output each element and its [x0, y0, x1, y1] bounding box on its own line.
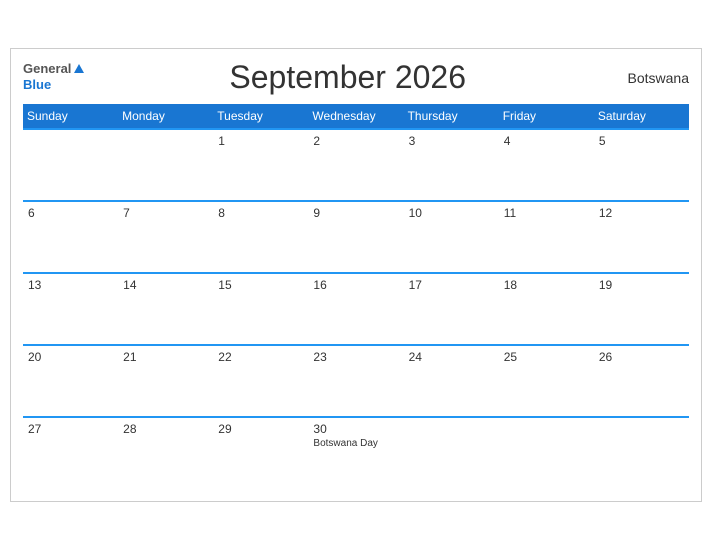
- weekday-thursday: Thursday: [404, 104, 499, 129]
- day-number: 30: [313, 422, 398, 436]
- day-number: 24: [409, 350, 494, 364]
- day-cell-4-3: 30 Botswana Day: [308, 417, 403, 489]
- day-number: 9: [313, 206, 398, 220]
- day-number: 18: [504, 278, 589, 292]
- day-number: 21: [123, 350, 208, 364]
- day-cell-4-1: 28: [118, 417, 213, 489]
- week-row-3: 20 21 22 23 24 25 26: [23, 345, 689, 417]
- day-cell-4-6: [594, 417, 689, 489]
- day-cell-2-2: 15: [213, 273, 308, 345]
- day-cell-0-3: 2: [308, 129, 403, 201]
- day-cell-3-5: 25: [499, 345, 594, 417]
- day-cell-1-6: 12: [594, 201, 689, 273]
- day-cell-1-4: 10: [404, 201, 499, 273]
- day-cell-1-5: 11: [499, 201, 594, 273]
- day-number: 22: [218, 350, 303, 364]
- day-cell-0-5: 4: [499, 129, 594, 201]
- day-cell-0-2: 1: [213, 129, 308, 201]
- weekday-wednesday: Wednesday: [308, 104, 403, 129]
- day-number: 11: [504, 206, 589, 220]
- day-number: 2: [313, 134, 398, 148]
- day-number: 4: [504, 134, 589, 148]
- day-number: 27: [28, 422, 113, 436]
- day-cell-3-2: 22: [213, 345, 308, 417]
- day-cell-1-1: 7: [118, 201, 213, 273]
- day-number: 3: [409, 134, 494, 148]
- week-row-4: 27 28 29 30 Botswana Day: [23, 417, 689, 489]
- day-number: 10: [409, 206, 494, 220]
- day-number: 23: [313, 350, 398, 364]
- day-number: 13: [28, 278, 113, 292]
- week-row-1: 6789 10 11 12: [23, 201, 689, 273]
- day-number: 26: [599, 350, 684, 364]
- day-cell-0-4: 3: [404, 129, 499, 201]
- day-cell-4-0: 27: [23, 417, 118, 489]
- day-number: 1: [218, 134, 303, 148]
- day-number: 19: [599, 278, 684, 292]
- day-cell-3-0: 20: [23, 345, 118, 417]
- week-row-0: 12345: [23, 129, 689, 201]
- calendar-container: General Blue September 2026 Botswana Sun…: [10, 48, 702, 502]
- day-cell-3-6: 26: [594, 345, 689, 417]
- day-number: 16: [313, 278, 398, 292]
- day-cell-0-6: 5: [594, 129, 689, 201]
- day-cell-0-1: [118, 129, 213, 201]
- weekday-monday: Monday: [118, 104, 213, 129]
- day-cell-3-3: 23: [308, 345, 403, 417]
- day-number: 20: [28, 350, 113, 364]
- day-cell-4-5: [499, 417, 594, 489]
- week-row-2: 13 14 15 16 17 18 19: [23, 273, 689, 345]
- day-cell-4-4: [404, 417, 499, 489]
- day-cell-2-0: 13: [23, 273, 118, 345]
- day-number: 5: [599, 134, 684, 148]
- logo-triangle-icon: [74, 64, 84, 73]
- weekday-friday: Friday: [499, 104, 594, 129]
- calendar-table: Sunday Monday Tuesday Wednesday Thursday…: [23, 104, 689, 489]
- day-number: 15: [218, 278, 303, 292]
- day-number: 14: [123, 278, 208, 292]
- weekday-tuesday: Tuesday: [213, 104, 308, 129]
- day-number: 29: [218, 422, 303, 436]
- calendar-body: 1234567891011121314151617181920212223242…: [23, 129, 689, 489]
- holiday-label: Botswana Day: [313, 438, 398, 449]
- calendar-header: General Blue September 2026 Botswana: [23, 59, 689, 96]
- day-number: 6: [28, 206, 113, 220]
- weekday-sunday: Sunday: [23, 104, 118, 129]
- day-number: 28: [123, 422, 208, 436]
- month-title: September 2026: [86, 59, 609, 96]
- day-cell-0-0: [23, 129, 118, 201]
- day-number: 12: [599, 206, 684, 220]
- day-cell-1-0: 6: [23, 201, 118, 273]
- country-label: Botswana: [609, 70, 689, 86]
- calendar-header-row: Sunday Monday Tuesday Wednesday Thursday…: [23, 104, 689, 129]
- day-cell-1-3: 9: [308, 201, 403, 273]
- day-cell-4-2: 29: [213, 417, 308, 489]
- day-cell-2-4: 17: [404, 273, 499, 345]
- logo: General Blue: [23, 62, 86, 94]
- day-cell-3-4: 24: [404, 345, 499, 417]
- day-number: 25: [504, 350, 589, 364]
- day-cell-3-1: 21: [118, 345, 213, 417]
- day-number: 8: [218, 206, 303, 220]
- day-cell-2-5: 18: [499, 273, 594, 345]
- weekday-saturday: Saturday: [594, 104, 689, 129]
- day-cell-2-1: 14: [118, 273, 213, 345]
- day-number: 7: [123, 206, 208, 220]
- logo-blue: Blue: [23, 77, 51, 92]
- day-cell-1-2: 8: [213, 201, 308, 273]
- day-cell-2-6: 19: [594, 273, 689, 345]
- logo-general: General: [23, 62, 71, 76]
- day-cell-2-3: 16: [308, 273, 403, 345]
- day-number: 17: [409, 278, 494, 292]
